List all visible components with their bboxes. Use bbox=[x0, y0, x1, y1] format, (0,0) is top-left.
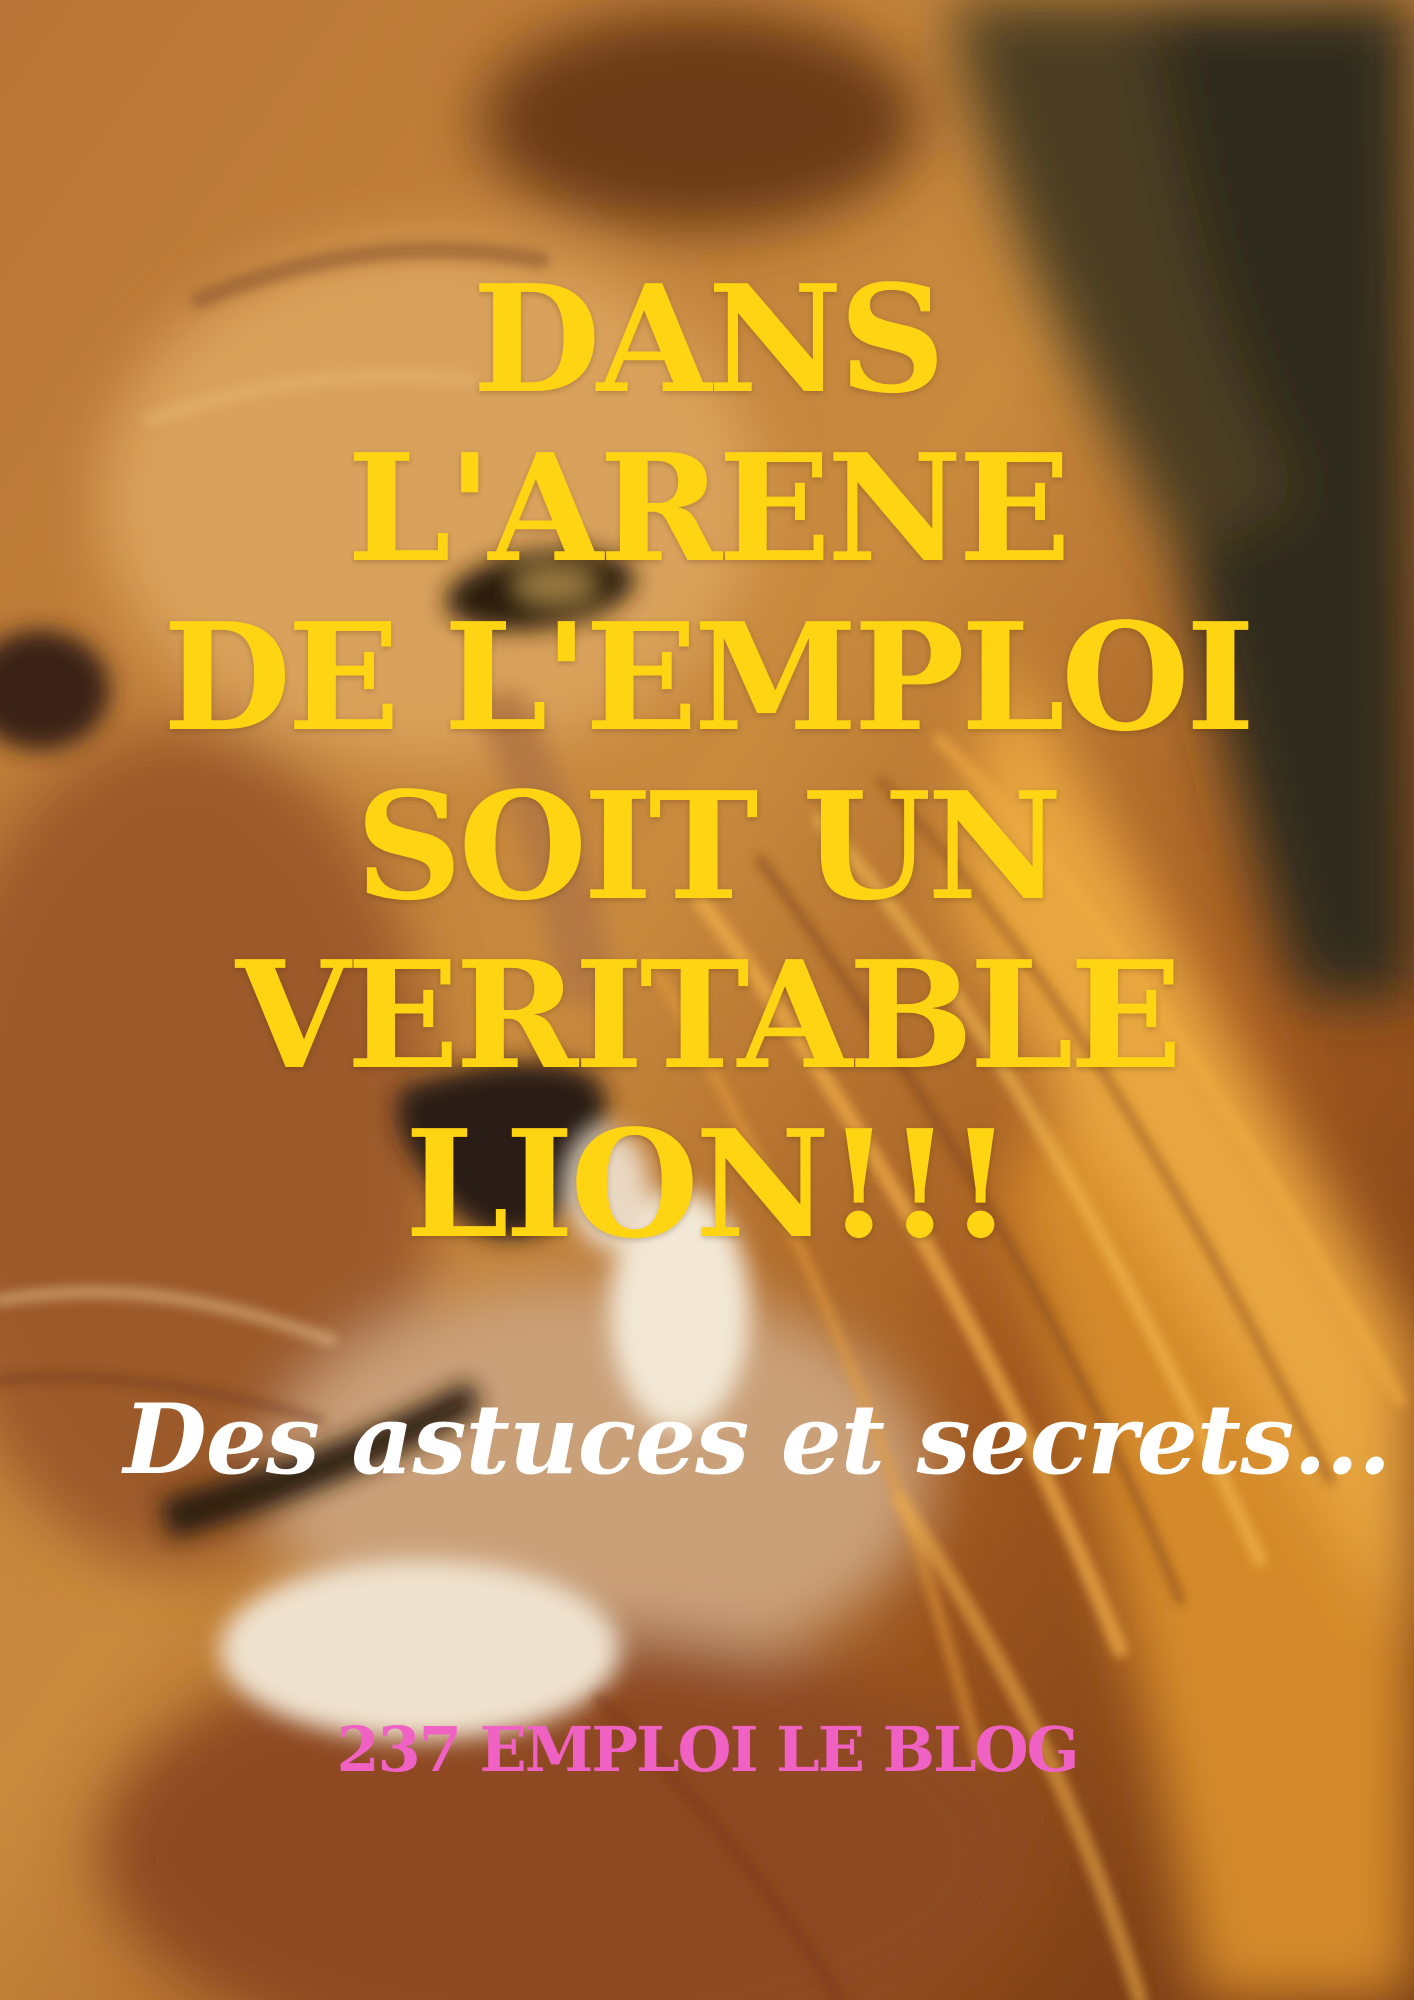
poster: DANS L'ARENE DE L'EMPLOI SOIT UN VERITAB… bbox=[0, 0, 1414, 2000]
blog-name: 237 EMPLOI LE BLOG bbox=[336, 1713, 1079, 1786]
poster-title: DANS L'ARENE DE L'EMPLOI SOIT UN VERITAB… bbox=[162, 252, 1255, 1271]
poster-subtitle: Des astuces et secrets... bbox=[123, 1383, 1392, 1496]
